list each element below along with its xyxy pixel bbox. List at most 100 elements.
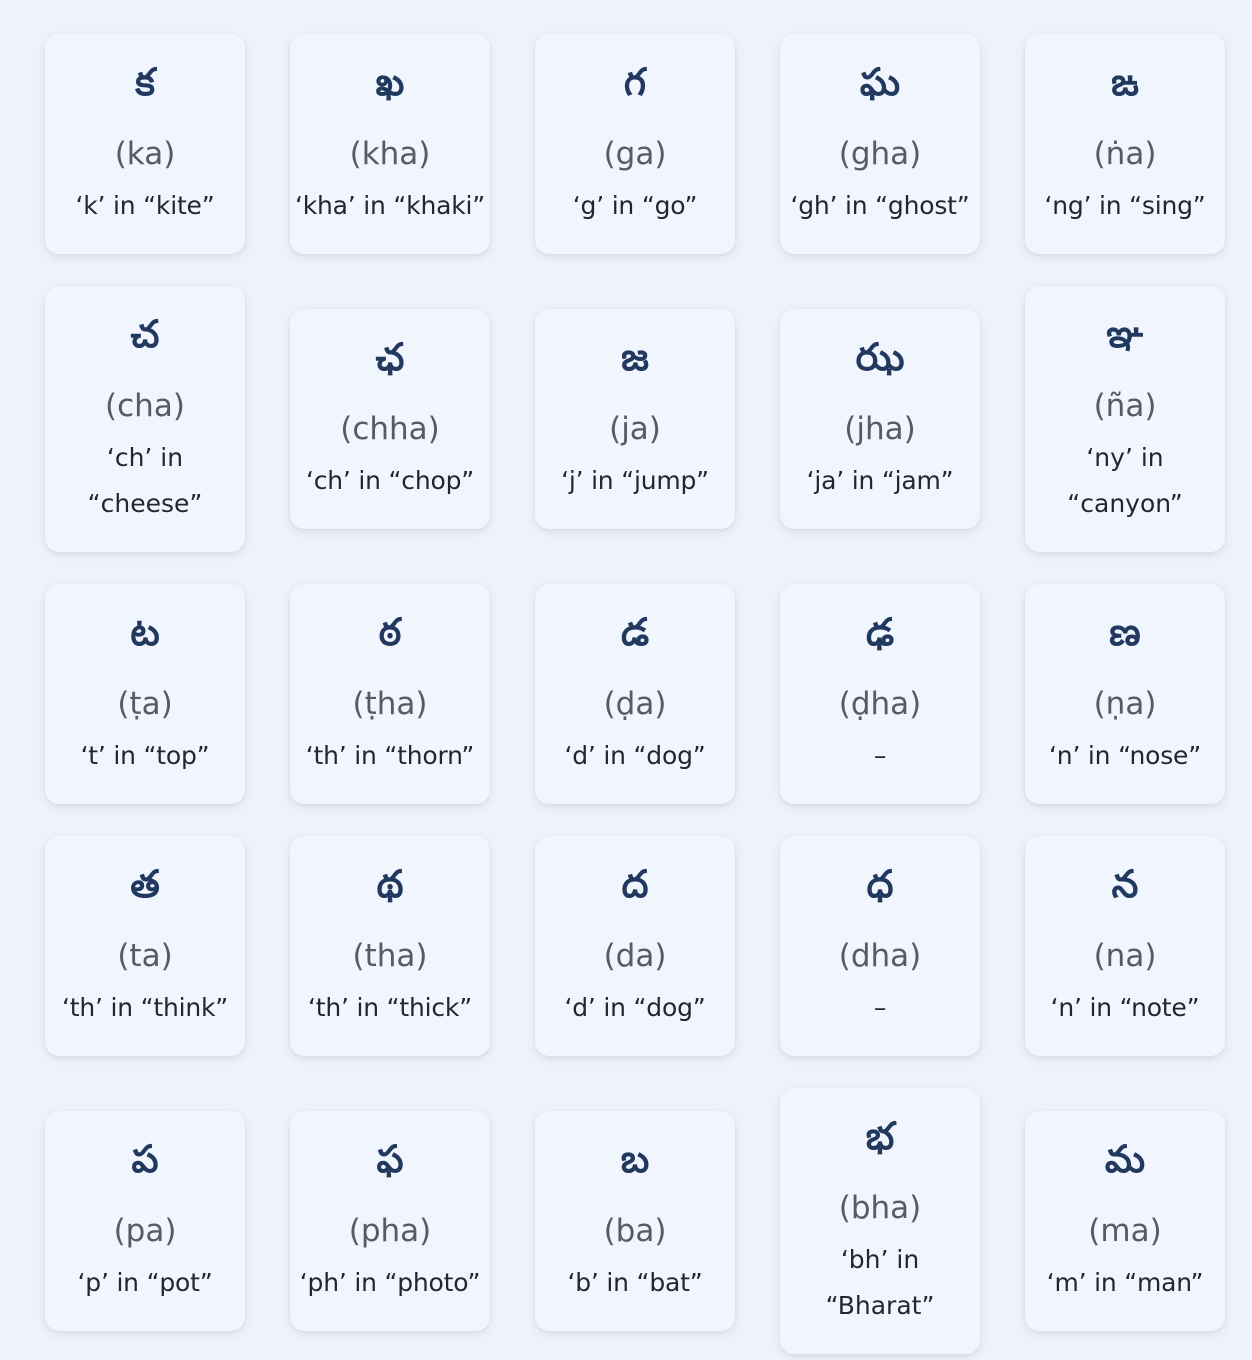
letter-card-pa[interactable]: ప (pa) ‘p’ in “pot” xyxy=(45,1111,245,1331)
letter-transliteration: (ta) xyxy=(117,938,173,974)
letter-pronunciation-hint: ‘d’ in “dog” xyxy=(564,993,706,1022)
letter-card-nna[interactable]: ణ (ṇa) ‘n’ in “nose” xyxy=(1025,584,1225,804)
letter-pronunciation-hint: ‘d’ in “dog” xyxy=(564,741,706,770)
letter-pronunciation-hint: ‘ph’ in “photo” xyxy=(299,1268,481,1297)
letter-glyph: ఫ xyxy=(376,1137,404,1181)
letter-transliteration: (ṇa) xyxy=(1093,686,1157,722)
letter-card-dha[interactable]: ధ (dha) – xyxy=(780,836,980,1056)
letter-pronunciation-hint: – xyxy=(873,741,887,770)
letter-glyph: జ xyxy=(621,335,649,379)
letter-pronunciation-hint: ‘k’ in “kite” xyxy=(75,191,215,220)
letter-glyph: థ xyxy=(376,862,404,906)
letter-pronunciation-hint: ‘th’ in “thick” xyxy=(308,993,472,1022)
letter-transliteration: (ṅa) xyxy=(1093,136,1157,172)
letter-pronunciation-hint: ‘bh’ in “Bharat” xyxy=(825,1245,935,1320)
letter-card-ttha[interactable]: ఠ (ṭha) ‘th’ in “thorn” xyxy=(290,584,490,804)
letter-glyph: ఖ xyxy=(375,60,405,104)
letter-transliteration: (na) xyxy=(1093,938,1157,974)
letter-card-ka[interactable]: క (ka) ‘k’ in “kite” xyxy=(45,34,245,254)
letter-glyph: ఛ xyxy=(375,335,405,379)
letter-glyph: చ xyxy=(130,312,160,356)
letter-pronunciation-hint: ‘th’ in “thorn” xyxy=(305,741,475,770)
letter-card-pha[interactable]: ఫ (pha) ‘ph’ in “photo” xyxy=(290,1111,490,1331)
letter-glyph: ఢ xyxy=(865,610,895,654)
letter-pronunciation-hint: ‘gh’ in “ghost” xyxy=(790,191,970,220)
letter-transliteration: (dha) xyxy=(838,938,922,974)
letter-glyph: ణ xyxy=(1109,610,1141,654)
letter-glyph: ట xyxy=(130,610,160,654)
letter-card-chha[interactable]: ఛ (chha) ‘ch’ in “chop” xyxy=(290,309,490,529)
letter-glyph: గ xyxy=(623,60,647,104)
letter-glyph: ద xyxy=(621,862,649,906)
letter-glyph: న xyxy=(1111,862,1139,906)
letter-glyph: ఝ xyxy=(855,335,905,379)
letter-glyph: ఘ xyxy=(859,60,901,104)
letter-transliteration: (ma) xyxy=(1088,1213,1162,1249)
letter-glyph: క xyxy=(135,60,155,104)
letter-card-ba[interactable]: బ (ba) ‘b’ in “bat” xyxy=(535,1111,735,1331)
letter-transliteration: (ṭha) xyxy=(352,686,428,722)
letter-card-nga[interactable]: ఙ (ṅa) ‘ng’ in “sing” xyxy=(1025,34,1225,254)
letter-glyph: ఞ xyxy=(1106,312,1144,356)
letter-glyph: ప xyxy=(131,1137,159,1181)
letter-pronunciation-hint: – xyxy=(873,993,887,1022)
letter-transliteration: (pha) xyxy=(348,1213,432,1249)
letter-pronunciation-hint: ‘ng’ in “sing” xyxy=(1044,191,1206,220)
letter-card-tha[interactable]: థ (tha) ‘th’ in “thick” xyxy=(290,836,490,1056)
letter-card-na[interactable]: న (na) ‘n’ in “note” xyxy=(1025,836,1225,1056)
letter-transliteration: (gha) xyxy=(838,136,922,172)
letter-glyph: మ xyxy=(1104,1137,1146,1181)
letter-glyph: త xyxy=(130,862,160,906)
letter-pronunciation-hint: ‘ny’ in “canyon” xyxy=(1067,443,1183,518)
letter-glyph: ఙ xyxy=(1111,60,1139,104)
letter-pronunciation-hint: ‘ja’ in “jam” xyxy=(806,466,954,495)
letter-pronunciation-hint: ‘kha’ in “khaki” xyxy=(295,191,485,220)
letter-card-ja[interactable]: జ (ja) ‘j’ in “jump” xyxy=(535,309,735,529)
letter-card-tta[interactable]: ట (ṭa) ‘t’ in “top” xyxy=(45,584,245,804)
letter-pronunciation-hint: ‘t’ in “top” xyxy=(80,741,210,770)
letter-card-ta[interactable]: త (ta) ‘th’ in “think” xyxy=(45,836,245,1056)
letter-glyph: ఠ xyxy=(378,610,402,654)
letter-card-dda[interactable]: డ (ḍa) ‘d’ in “dog” xyxy=(535,584,735,804)
letter-transliteration: (cha) xyxy=(105,388,185,424)
letter-transliteration: (jha) xyxy=(844,411,916,447)
letter-glyph: బ xyxy=(620,1137,650,1181)
letter-transliteration: (tha) xyxy=(352,938,428,974)
letter-card-kha[interactable]: ఖ (kha) ‘kha’ in “khaki” xyxy=(290,34,490,254)
letter-pronunciation-hint: ‘p’ in “pot” xyxy=(77,1268,213,1297)
letter-pronunciation-hint: ‘ch’ in “cheese” xyxy=(87,443,203,518)
letter-transliteration: (ka) xyxy=(114,136,176,172)
letter-card-da[interactable]: ద (da) ‘d’ in “dog” xyxy=(535,836,735,1056)
letter-card-bha[interactable]: భ (bha) ‘bh’ in “Bharat” xyxy=(780,1088,980,1354)
letter-card-gha[interactable]: ఘ (gha) ‘gh’ in “ghost” xyxy=(780,34,980,254)
letter-glyph: డ xyxy=(620,610,650,654)
letter-card-cha[interactable]: చ (cha) ‘ch’ in “cheese” xyxy=(45,286,245,552)
letter-pronunciation-hint: ‘n’ in “note” xyxy=(1050,993,1200,1022)
letter-transliteration: (chha) xyxy=(340,411,440,447)
letter-pronunciation-hint: ‘n’ in “nose” xyxy=(1049,741,1201,770)
letter-transliteration: (ja) xyxy=(609,411,661,447)
letter-transliteration: (ṭa) xyxy=(117,686,173,722)
letter-pronunciation-hint: ‘th’ in “think” xyxy=(61,993,229,1022)
letter-transliteration: (ga) xyxy=(603,136,667,172)
letter-card-nya[interactable]: ఞ (ña) ‘ny’ in “canyon” xyxy=(1025,286,1225,552)
letter-glyph: ధ xyxy=(866,862,894,906)
letter-pronunciation-hint: ‘m’ in “man” xyxy=(1046,1268,1204,1297)
letter-transliteration: (ña) xyxy=(1093,388,1157,424)
letter-transliteration: (da) xyxy=(603,938,667,974)
letter-transliteration: (ba) xyxy=(603,1213,667,1249)
letter-card-ga[interactable]: గ (ga) ‘g’ in “go” xyxy=(535,34,735,254)
letter-transliteration: (ḍa) xyxy=(603,686,667,722)
consonant-grid: క (ka) ‘k’ in “kite” ఖ (kha) ‘kha’ in “k… xyxy=(0,0,1252,1360)
letter-glyph: భ xyxy=(865,1114,895,1158)
letter-pronunciation-hint: ‘j’ in “jump” xyxy=(561,466,709,495)
letter-card-ma[interactable]: మ (ma) ‘m’ in “man” xyxy=(1025,1111,1225,1331)
letter-transliteration: (kha) xyxy=(349,136,431,172)
letter-card-ddha[interactable]: ఢ (ḍha) – xyxy=(780,584,980,804)
letter-card-jha[interactable]: ఝ (jha) ‘ja’ in “jam” xyxy=(780,309,980,529)
letter-pronunciation-hint: ‘b’ in “bat” xyxy=(567,1268,703,1297)
letter-pronunciation-hint: ‘g’ in “go” xyxy=(572,191,698,220)
letter-pronunciation-hint: ‘ch’ in “chop” xyxy=(305,466,475,495)
letter-transliteration: (pa) xyxy=(113,1213,177,1249)
letter-transliteration: (ḍha) xyxy=(838,686,922,722)
